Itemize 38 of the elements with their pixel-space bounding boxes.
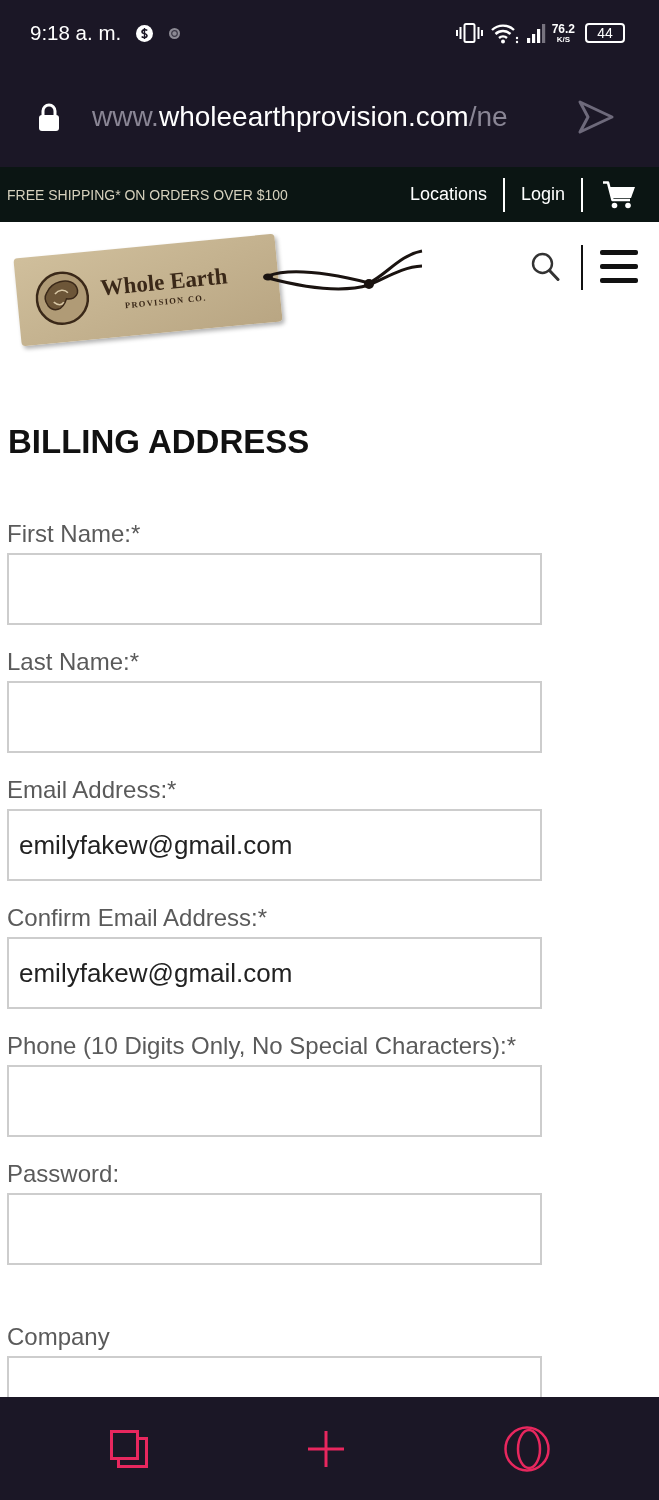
battery-indicator: 44 xyxy=(585,23,625,43)
field-label: First Name:* xyxy=(7,520,142,548)
page-title: BILLING ADDRESS xyxy=(8,422,311,462)
logo-tagline: PROVISION CO. xyxy=(124,292,208,312)
signal-icon xyxy=(526,23,546,43)
send-icon[interactable] xyxy=(577,98,615,135)
field-label: Confirm Email Address:* xyxy=(7,904,269,932)
cart-icon[interactable] xyxy=(602,179,636,210)
input-field[interactable]: emilyfakew@gmail.com xyxy=(7,809,542,881)
logo-tag[interactable]: Whole Earth PROVISION CO. xyxy=(13,233,283,347)
input-field[interactable]: emilyfakew@gmail.com xyxy=(7,937,542,1009)
field-label: Phone (10 Digits Only, No Special Characters):* xyxy=(7,1032,518,1060)
input-field[interactable] xyxy=(7,1065,542,1137)
search-icon[interactable] xyxy=(531,252,560,282)
menu-icon[interactable] xyxy=(600,250,638,283)
speed-unit: K/S xyxy=(556,34,570,44)
dollar-coin-icon xyxy=(136,24,154,42)
tabs-icon[interactable] xyxy=(110,1429,148,1468)
lock-icon xyxy=(38,101,60,132)
network-speed: 76.2 xyxy=(551,22,575,35)
field-label: Company xyxy=(7,1323,111,1351)
ring-icon[interactable] xyxy=(504,1425,550,1472)
wifi-icon xyxy=(490,22,519,44)
header-link[interactable]: Locations xyxy=(409,184,487,205)
vibrate-icon xyxy=(455,23,483,43)
plus-icon[interactable] xyxy=(307,1429,345,1468)
input-field[interactable] xyxy=(7,553,542,625)
address-field[interactable]: www.wholeearthprovision.com/ne xyxy=(92,99,508,134)
field-label: Password: xyxy=(7,1160,121,1188)
input-field[interactable] xyxy=(7,681,542,753)
notification-icon xyxy=(169,27,181,39)
header-link[interactable]: Login xyxy=(520,184,565,205)
field-label: Email Address:* xyxy=(7,776,178,804)
field-label: Last Name:* xyxy=(7,648,141,676)
status-time: 9:18 a. m. xyxy=(30,21,122,45)
input-field[interactable] xyxy=(7,1356,542,1397)
promo-text: FREE SHIPPING* ON ORDERS OVER $100 xyxy=(7,186,288,203)
input-field[interactable] xyxy=(7,1193,542,1265)
